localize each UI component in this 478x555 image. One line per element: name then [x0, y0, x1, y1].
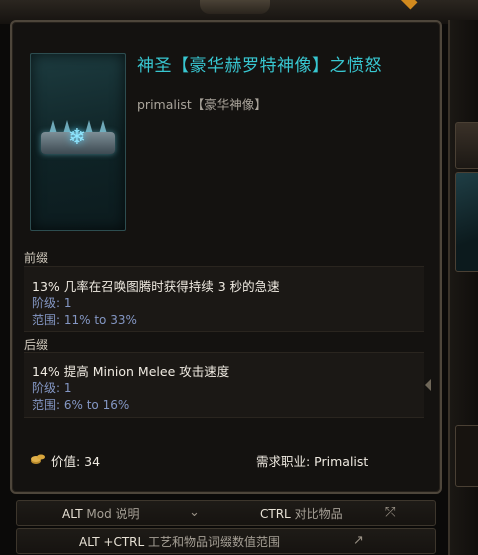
arrow-up-right-icon: ↗ [353, 533, 364, 548]
item-image: ❄ [30, 53, 126, 231]
side-item-slot[interactable] [455, 425, 478, 487]
suffix-mod-range: 范围: 6% to 16% [32, 398, 130, 412]
item-name: 神圣【豪华赫罗特神像】之愤怒 [137, 56, 382, 76]
prefix-mod-range: 范围: 11% to 33% [32, 313, 137, 327]
class-requirement: 需求职业: Primalist [256, 454, 369, 469]
frame-ornament [200, 0, 270, 14]
gold-coin-icon [31, 454, 45, 464]
alt-ctrl-key: ALT +CTRL [79, 535, 145, 549]
chevron-icon: ⌄ [189, 505, 200, 520]
compare-icon: ⤱ [385, 505, 396, 520]
alt-ctrl-hint: ALT +CTRL 工艺和物品词缀数值范围 [79, 533, 280, 550]
prefix-header: 前缀 [24, 251, 49, 265]
ctrl-key: CTRL [260, 507, 291, 521]
alt-hint: ALT Mod 说明 [62, 505, 140, 522]
suffix-mod-text: 14% 提高 Minion Melee 攻击速度 [32, 364, 230, 379]
prefix-mod-tier: 阶级: 1 [32, 296, 72, 310]
prefix-mod-text: 13% 几率在召唤图腾时获得持续 3 秒的急速 [32, 279, 280, 294]
alt-hint-label: Mod 说明 [86, 507, 140, 521]
suffix-mod[interactable]: 14% 提高 Minion Melee 攻击速度 阶级: 1 范围: 6% to… [24, 352, 431, 418]
item-price: 价值: 34 [51, 454, 101, 469]
alt-key: ALT [62, 507, 83, 521]
ctrl-hint: CTRL 对比物品 [260, 505, 343, 522]
item-base-type: primalist【豪华神像】 [137, 97, 267, 112]
ctrl-hint-label: 对比物品 [294, 507, 343, 521]
snowflake-icon: ❄ [67, 125, 87, 150]
prefix-mod[interactable]: 13% 几率在召唤图腾时获得持续 3 秒的急速 阶级: 1 范围: 11% to… [24, 266, 424, 332]
gem-icon [400, 0, 418, 10]
suffix-mod-tier: 阶级: 1 [32, 381, 72, 395]
key-hint-bar: ALT +CTRL 工艺和物品词缀数值范围 ↗ [16, 528, 436, 554]
alt-ctrl-hint-label: 工艺和物品词缀数值范围 [148, 535, 281, 549]
side-item-slot[interactable] [455, 172, 478, 272]
side-item-slot[interactable] [455, 122, 478, 169]
suffix-header: 后缀 [24, 338, 49, 352]
key-hint-bar: ALT Mod 说明 ⌄ CTRL 对比物品 ⤱ [16, 500, 436, 526]
expand-arrow-icon[interactable] [425, 379, 431, 391]
